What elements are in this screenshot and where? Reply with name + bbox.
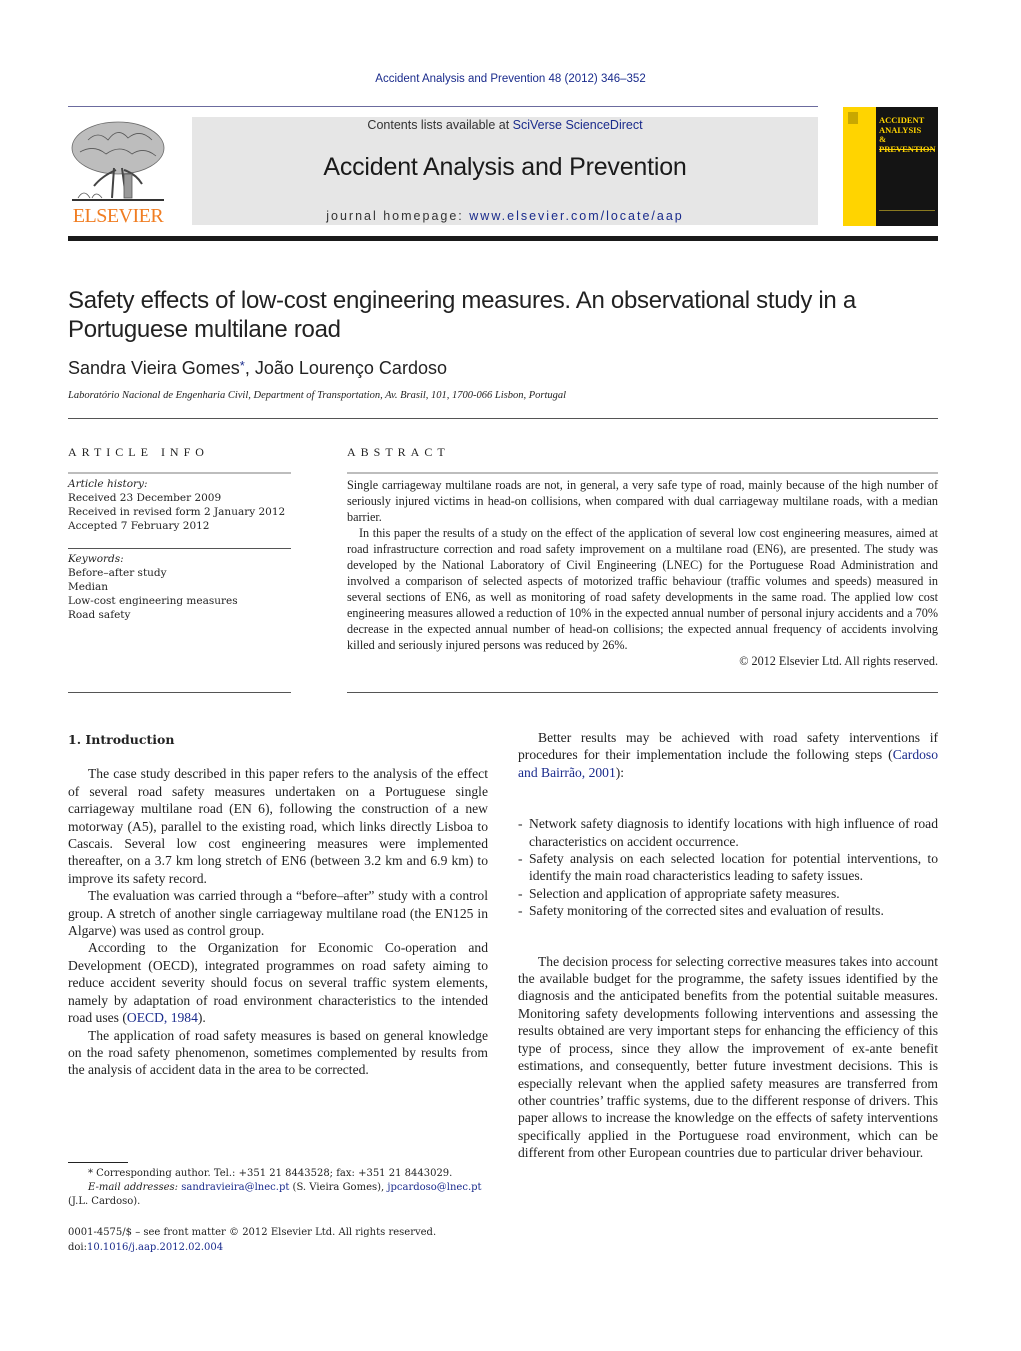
text-run: ):	[615, 764, 625, 780]
contents-prefix: Contents lists available at	[367, 118, 513, 132]
body-paragraph: The application of road safety measures …	[68, 1027, 488, 1078]
sciencedirect-link[interactable]: SciVerse ScienceDirect	[513, 118, 643, 132]
history-item: Received in revised form 2 January 2012	[68, 506, 286, 518]
step-item: - Selection and application of appropriat…	[518, 885, 938, 902]
footnote-rule	[68, 1162, 128, 1163]
cover-yellow-band	[843, 107, 876, 226]
article-history: Article history: Received 23 December 20…	[68, 477, 291, 533]
email-label: E-mail addresses:	[88, 1182, 179, 1193]
footnote-corresponding: * Corresponding author. Tel.: +351 21 84…	[68, 1167, 488, 1181]
author-separator: ,	[244, 358, 255, 378]
article-info-divider	[68, 548, 291, 549]
abstract-paragraph: In this paper the results of a study on …	[347, 526, 938, 652]
email-link[interactable]: sandravieira@lnec.pt	[181, 1182, 289, 1193]
elsevier-wordmark: ELSEVIER	[72, 205, 164, 227]
email-owner: (J.L. Cardoso).	[68, 1196, 141, 1207]
article-info-heading: ARTICLE INFO	[68, 445, 209, 459]
elsevier-tree-icon	[71, 121, 165, 201]
affiliation: Laboratório Nacional de Engenharia Civil…	[68, 390, 567, 401]
journal-homepage-line: journal homepage: www.elsevier.com/locat…	[192, 209, 818, 223]
email-link[interactable]: jpcardoso@lnec.pt	[387, 1182, 481, 1193]
step-item: - Safety analysis on each selected locati…	[518, 850, 938, 885]
cover-rule	[879, 149, 935, 150]
abstract-bottom-rule	[347, 692, 938, 693]
front-matter: 0001-4575/$ – see front matter © 2012 El…	[68, 1225, 488, 1255]
history-item: Received 23 December 2009	[68, 492, 222, 504]
step-text: Selection and application of appropriate…	[529, 885, 840, 901]
keyword-item: Median	[68, 581, 109, 593]
journal-homepage-link[interactable]: www.elsevier.com/locate/aap	[469, 209, 684, 223]
body-right-column: Better results may be achieved with road…	[518, 729, 938, 1162]
list-dash: -	[518, 885, 523, 901]
footnote-text: Corresponding author. Tel.: +351 21 8443…	[93, 1168, 453, 1179]
journal-citation-link[interactable]: Accident Analysis and Prevention 48 (201…	[0, 73, 1021, 85]
step-text: Safety analysis on each selected locatio…	[529, 851, 938, 884]
citation-link-oecd[interactable]: OECD, 1984	[127, 1010, 198, 1025]
abstract-body: Single carriageway multilane roads are n…	[347, 477, 938, 669]
step-text: Network safety diagnosis to identify loc…	[529, 816, 938, 849]
issn-line: 0001-4575/$ – see front matter © 2012 El…	[68, 1227, 437, 1238]
text-run: ).	[197, 1010, 206, 1026]
body-paragraph: The case study described in this paper r…	[68, 766, 488, 886]
header-top-rule	[68, 106, 818, 107]
homepage-prefix: journal homepage:	[326, 209, 470, 223]
author-name: Sandra Vieira Gomes	[68, 358, 240, 378]
keyword-item: Low-cost engineering measures	[68, 595, 238, 607]
abstract-heading: ABSTRACT	[347, 445, 450, 459]
history-item: Accepted 7 February 2012	[68, 520, 210, 532]
body-paragraph-steps-intro: Better results may be achieved with road…	[518, 729, 938, 781]
journal-title: Accident Analysis and Prevention	[323, 153, 687, 181]
step-text: Safety monitoring of the corrected sites…	[529, 903, 884, 919]
article-info-rule	[68, 472, 291, 474]
step-item: - Network safety diagnosis to identify lo…	[518, 815, 938, 850]
elsevier-logo[interactable]: ELSEVIER	[68, 118, 168, 228]
author-list: Sandra Vieira Gomes*, João Lourenço Card…	[68, 358, 447, 379]
doi-line: doi:10.1016/j.aap.2012.02.004	[68, 1240, 488, 1255]
footnote-emails: E-mail addresses: sandravieira@lnec.pt (…	[68, 1181, 488, 1195]
keyword-item: Road safety	[68, 609, 131, 621]
section-heading-introduction: 1. Introduction	[68, 732, 175, 747]
list-dash: -	[518, 903, 523, 919]
journal-cover-thumbnail[interactable]: ACCIDENT ANALYSIS & PREVENTION	[843, 107, 938, 226]
list-dash: -	[518, 816, 523, 832]
abstract-copyright: © 2012 Elsevier Ltd. All rights reserved…	[739, 654, 938, 668]
doi-link[interactable]: 10.1016/j.aap.2012.02.004	[87, 1242, 223, 1253]
footnote: * Corresponding author. Tel.: +351 21 84…	[68, 1167, 488, 1209]
email-owner: (S. Vieira Gomes),	[289, 1182, 388, 1193]
cover-emblem-icon	[848, 112, 858, 124]
abstract-rule	[347, 472, 938, 474]
abstract-paragraph: Single carriageway multilane roads are n…	[347, 478, 938, 524]
contents-line: Contents lists available at SciVerse Sci…	[192, 118, 818, 132]
body-paragraph: The decision process for selecting corre…	[518, 953, 938, 1161]
body-left-column: 1. Introduction The case study described…	[68, 731, 488, 1079]
keyword-item: Before–after study	[68, 567, 167, 579]
text-run: Better results may be achieved with road…	[518, 730, 938, 763]
keywords-label: Keywords:	[68, 553, 124, 565]
history-label: Article history:	[68, 478, 148, 490]
steps-list: - Network safety diagnosis to identify lo…	[518, 815, 938, 919]
step-item: - Safety monitoring of the corrected site…	[518, 902, 938, 919]
affiliation-rule	[68, 418, 938, 419]
article-info-bottom-rule	[68, 692, 291, 693]
paper-title: Safety effects of low-cost engineering m…	[68, 287, 856, 343]
header-thick-rule	[68, 236, 938, 241]
cover-rule-bottom	[879, 210, 935, 211]
cover-title-line: ANALYSIS	[879, 124, 922, 135]
body-paragraph: The evaluation was carried through a “be…	[68, 888, 488, 939]
body-paragraph-oecd: According to the Organization for Econom…	[68, 939, 488, 1026]
keywords: Keywords: Before–after study Median Low-…	[68, 552, 291, 622]
author-name: João Lourenço Cardoso	[254, 358, 447, 378]
doi-prefix: doi:	[68, 1242, 87, 1253]
list-dash: -	[518, 851, 523, 867]
